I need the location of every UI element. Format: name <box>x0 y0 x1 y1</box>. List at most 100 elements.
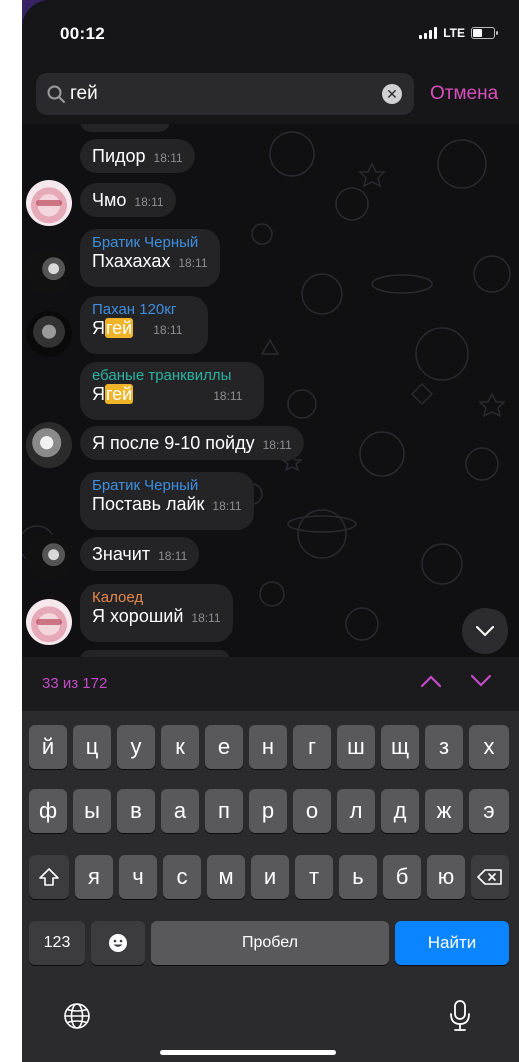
avatar[interactable] <box>26 534 72 580</box>
key[interactable]: е <box>205 725 243 769</box>
message-time: 18:11 <box>153 151 183 165</box>
key[interactable]: и <box>251 855 289 899</box>
chevron-down-icon <box>476 626 494 637</box>
message-sender: Пахан 120кг <box>92 301 177 318</box>
message-bubble[interactable]: Значит 18:11 <box>80 537 200 571</box>
message-text-before: Я <box>92 318 105 338</box>
shift-key[interactable] <box>29 855 69 899</box>
key[interactable]: э <box>469 789 509 833</box>
key[interactable]: ы <box>73 789 111 833</box>
message-time: 18:11 <box>191 611 221 625</box>
key[interactable]: р <box>249 789 287 833</box>
status-time: 00:12 <box>60 24 105 43</box>
clear-search-icon[interactable]: ✕ <box>382 84 402 104</box>
background-margin <box>0 0 22 1062</box>
avatar[interactable] <box>26 311 72 357</box>
message-bubble[interactable]: Пахан 120кг Ягей 18:11 <box>80 296 208 354</box>
key[interactable]: м <box>207 855 245 899</box>
key[interactable]: й <box>29 725 67 769</box>
message-sender: ебаные транквиллы <box>92 367 232 384</box>
message-text: Пидор <box>92 146 146 166</box>
message-bubble[interactable]: ебаные транквиллы Ягей 18:11 <box>80 362 264 420</box>
message-sender: Калоед <box>92 589 144 606</box>
key[interactable]: а <box>161 789 199 833</box>
message-sender: Братик Черный <box>92 477 199 494</box>
chat-area[interactable]: Пидор 18:11 Чмо 18:11 Братик Черный Пхахах… <box>22 124 519 657</box>
key[interactable]: с <box>163 855 201 899</box>
key[interactable]: л <box>337 789 375 833</box>
message-text: Поставь лайк <box>92 494 205 514</box>
search-bar: гей ✕ Отмена <box>22 66 519 124</box>
scroll-down-button[interactable] <box>462 608 508 654</box>
message-bubble[interactable]: Братик Черный Пхахахах 18:11 <box>80 229 220 287</box>
space-key[interactable]: Пробел <box>151 921 389 965</box>
signal-icon <box>419 27 438 39</box>
search-go-button[interactable]: Найти <box>395 921 509 965</box>
message-text: Я хороший <box>92 606 184 626</box>
avatar[interactable] <box>26 599 72 645</box>
emoji-key[interactable] <box>91 921 145 965</box>
backspace-key[interactable] <box>471 855 509 899</box>
key[interactable]: п <box>205 789 243 833</box>
search-input[interactable]: гей ✕ <box>36 73 414 115</box>
key[interactable]: к <box>161 725 199 769</box>
key[interactable]: б <box>383 855 421 899</box>
microphone-icon[interactable] <box>448 999 472 1033</box>
message-time: 18:11 <box>153 323 183 337</box>
avatar[interactable] <box>26 422 72 468</box>
key[interactable]: у <box>117 725 155 769</box>
backspace-icon <box>477 869 502 885</box>
message-sender: Братик Черный <box>92 234 199 251</box>
message-time: 18:11 <box>212 499 242 513</box>
avatar[interactable] <box>26 248 72 294</box>
search-highlight: гей <box>105 384 134 404</box>
key[interactable]: д <box>381 789 419 833</box>
shift-icon <box>39 868 59 886</box>
key[interactable]: н <box>249 725 287 769</box>
key[interactable]: я <box>75 855 113 899</box>
key[interactable]: о <box>293 789 331 833</box>
message-time: 18:11 <box>134 195 164 209</box>
message-bubble-partial <box>80 650 230 657</box>
key[interactable]: в <box>117 789 155 833</box>
message-bubble[interactable]: Калоед Я хороший 18:11 <box>80 584 233 642</box>
message-text: Пхахахах <box>92 251 171 271</box>
avatar[interactable] <box>26 180 72 226</box>
search-results-bar: 33 из 172 <box>22 657 519 711</box>
results-counter: 33 из 172 <box>42 675 108 692</box>
key[interactable]: ч <box>119 855 157 899</box>
message-bubble[interactable]: Братик Черный Поставь лайк 18:11 <box>80 472 254 530</box>
key[interactable]: г <box>293 725 331 769</box>
key[interactable]: щ <box>381 725 419 769</box>
message-text: Я после 9-10 пойду <box>92 433 255 453</box>
search-icon <box>47 85 65 103</box>
message-text: Значит <box>92 544 151 564</box>
globe-icon[interactable] <box>62 1001 92 1031</box>
network-label: LTE <box>443 26 465 40</box>
message-time: 18:11 <box>158 549 188 563</box>
key[interactable]: х <box>469 725 509 769</box>
key[interactable]: ж <box>425 789 463 833</box>
key[interactable]: ц <box>73 725 111 769</box>
cancel-button[interactable]: Отмена <box>430 83 498 105</box>
message-time: 18:11 <box>213 389 243 403</box>
message-bubble[interactable]: Я после 9-10 пойду 18:11 <box>80 426 304 460</box>
key[interactable]: ф <box>29 789 67 833</box>
previous-result-chevron-up-icon[interactable] <box>420 674 442 688</box>
key[interactable]: т <box>295 855 333 899</box>
message-text: Чмо <box>92 190 127 210</box>
key[interactable]: ь <box>339 855 377 899</box>
message-bubble[interactable]: Чмо 18:11 <box>80 183 176 217</box>
status-indicators: LTE <box>419 26 498 40</box>
message-bubble[interactable]: Пидор 18:11 <box>80 139 195 173</box>
home-indicator[interactable] <box>160 1050 336 1055</box>
key[interactable]: ю <box>427 855 465 899</box>
numbers-key[interactable]: 123 <box>29 921 85 965</box>
message-time: 18:11 <box>262 438 292 452</box>
keyboard: й ц у к е н г ш щ з х ф ы в а п р о л д … <box>22 711 519 1062</box>
next-result-chevron-down-icon[interactable] <box>470 674 492 688</box>
key[interactable]: з <box>425 725 463 769</box>
key[interactable]: ш <box>337 725 375 769</box>
phone-screen: 00:12 LTE гей ✕ Отмена Пидор 18:11 Чмо 1… <box>22 0 519 1062</box>
search-highlight: гей <box>105 318 134 338</box>
